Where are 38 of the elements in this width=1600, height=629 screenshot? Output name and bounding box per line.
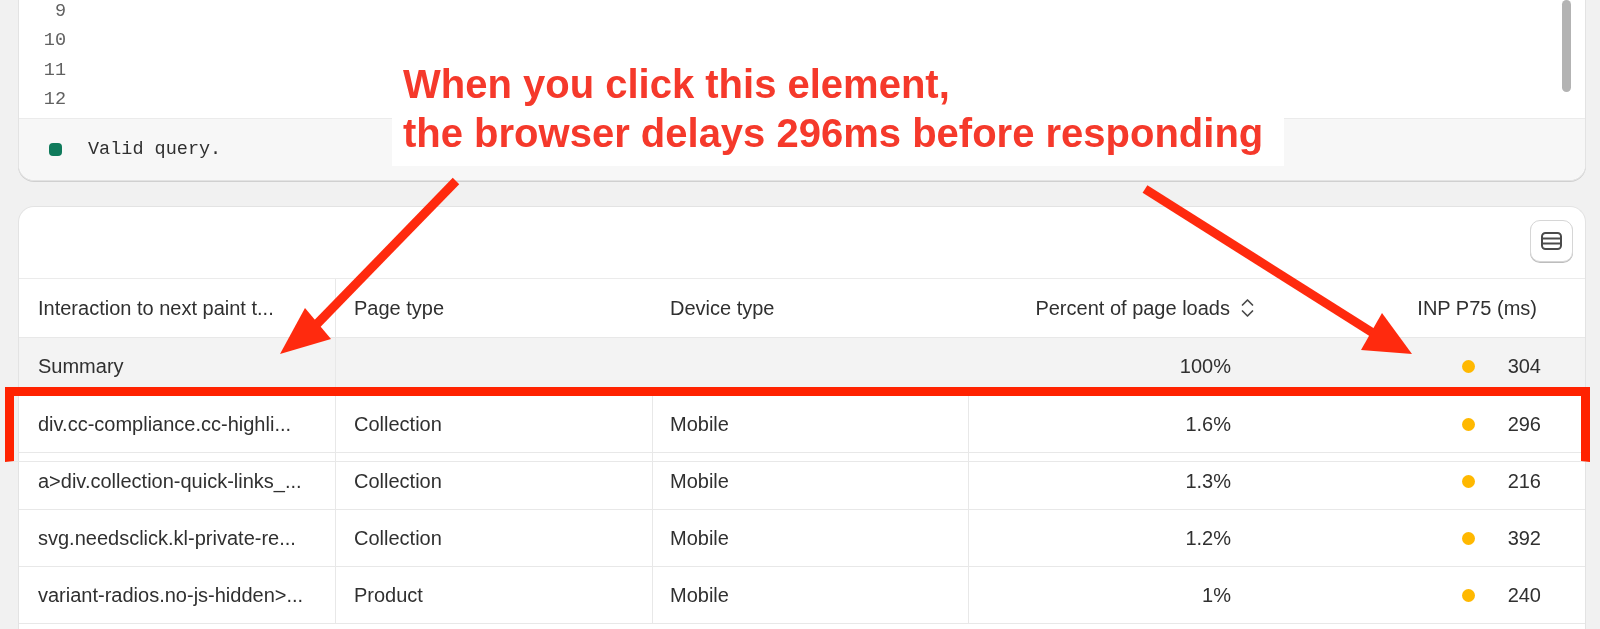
column-header: Interaction to next paint t... (38, 296, 274, 320)
line-number: 10 (42, 29, 66, 54)
sort-icon[interactable] (1241, 297, 1254, 319)
column-header: INP P75 (ms) (1417, 296, 1537, 320)
inp-value: 296 (1506, 412, 1541, 436)
device-type: Mobile (670, 583, 729, 607)
page-type: Collection (354, 469, 442, 493)
column-header: Device type (670, 296, 775, 320)
interaction-target: svg.needsclick.kl-private-re... (38, 526, 296, 550)
rows-icon (1541, 232, 1562, 250)
scrollbar-thumb[interactable] (1562, 0, 1571, 92)
inp-value: 304 (1506, 355, 1541, 378)
inp-value: 392 (1506, 526, 1541, 550)
line-number: 12 (42, 88, 66, 113)
summary-label: Summary (38, 355, 124, 378)
percent-value: 1.2% (1185, 526, 1231, 550)
status-message: Valid query. (88, 139, 222, 160)
device-type: Mobile (670, 469, 729, 493)
device-type: Mobile (670, 412, 729, 436)
device-type: Mobile (670, 526, 729, 550)
line-number: 9 (53, 0, 66, 24)
percent-value: 1.3% (1185, 469, 1231, 493)
table-view-button[interactable] (1530, 220, 1573, 262)
column-header: Page type (354, 296, 445, 320)
interaction-target: variant-radios.no-js-hidden>... (38, 583, 304, 607)
percent-value: 100% (1179, 355, 1231, 378)
inp-value: 216 (1506, 469, 1541, 493)
interaction-target: a>div.collection-quick-links_... (38, 469, 302, 493)
inp-value: 240 (1506, 583, 1541, 607)
percent-value: 1% (1202, 583, 1231, 607)
page-type: Collection (354, 412, 442, 436)
page-type: Product (354, 583, 423, 607)
page-type: Collection (354, 526, 442, 550)
callout-text: When you click this element, the browser delays 296ms before responding (403, 61, 1265, 157)
column-header[interactable]: Percent of page loads (1035, 296, 1230, 320)
interaction-target: div.cc-compliance.cc-highli... (38, 412, 292, 436)
percent-value: 1.6% (1185, 412, 1231, 436)
line-number: 11 (42, 58, 66, 83)
